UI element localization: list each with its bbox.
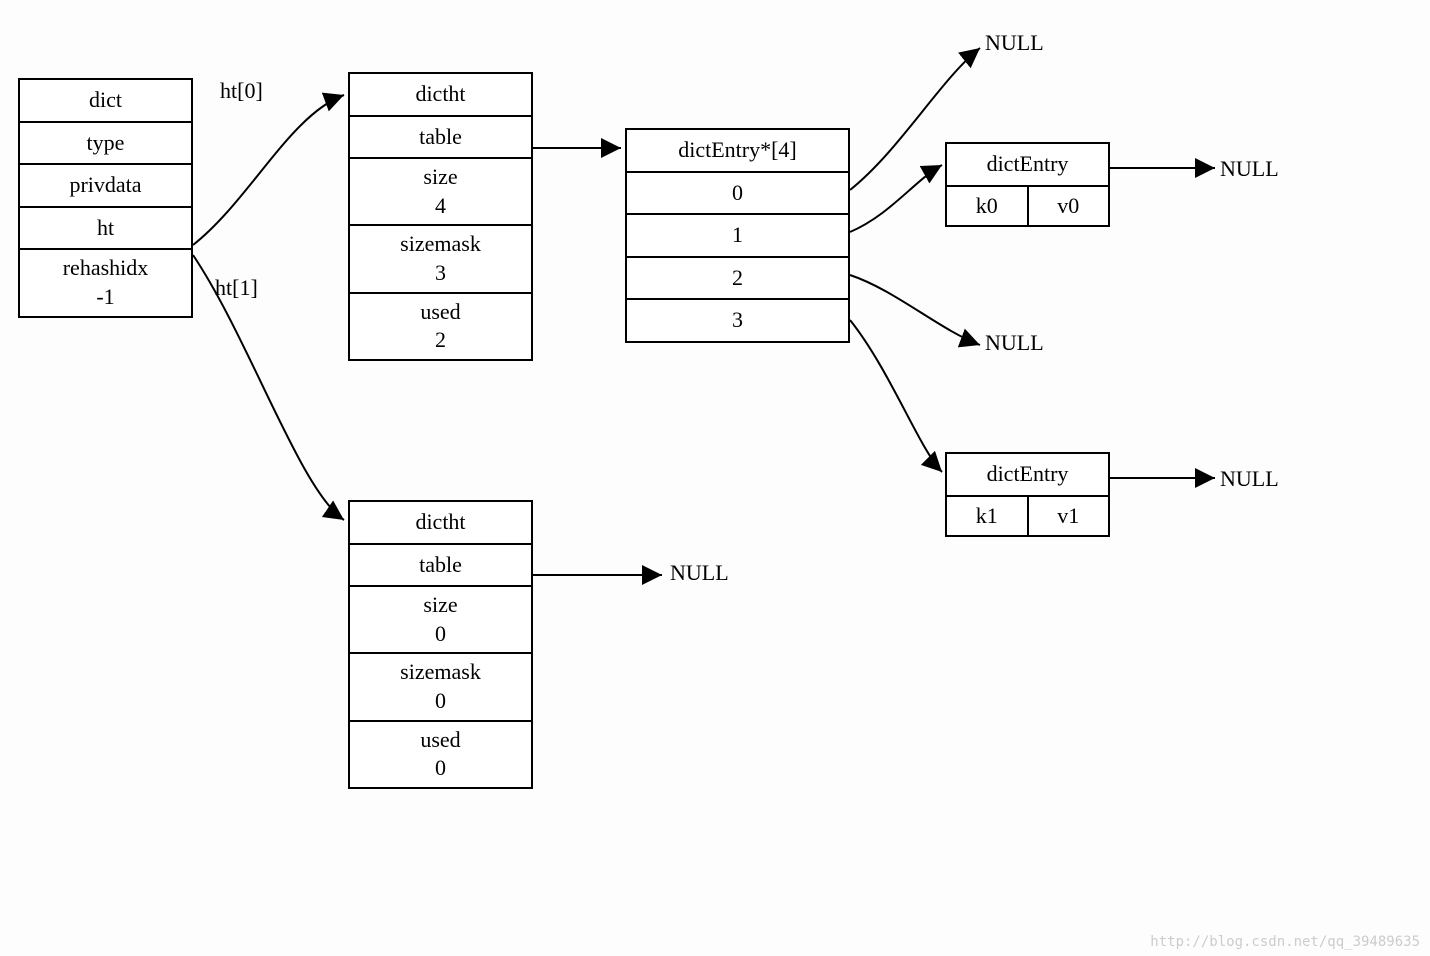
ht1-label: ht[1] — [215, 275, 258, 301]
entry0-title: dictEntry — [947, 144, 1108, 187]
entry1-box: dictEntry k1 v1 — [945, 452, 1110, 537]
entry-slot-0: 0 — [627, 173, 848, 216]
dictht1-mask-label: sizemask — [400, 659, 481, 684]
dictht1-box: dictht table size 0 sizemask 0 used 0 — [348, 500, 533, 789]
dictht1-mask-value: 0 — [435, 688, 446, 713]
dict-field-privdata: privdata — [20, 165, 191, 208]
entry-slot-3: 3 — [627, 300, 848, 341]
arrow-slot3-to-entry1 — [850, 320, 942, 472]
null-top: NULL — [985, 30, 1044, 56]
entry0-k: k0 — [947, 187, 1029, 225]
dictht0-size: size 4 — [350, 159, 531, 226]
dictht1-title: dictht — [350, 502, 531, 545]
dictht1-used-label: used — [420, 727, 460, 752]
null-entry0: NULL — [1220, 156, 1279, 182]
dictht1-mask: sizemask 0 — [350, 654, 531, 721]
null-slot2: NULL — [985, 330, 1044, 356]
rehash-label: rehashidx — [63, 255, 149, 280]
dictht1-table: table — [350, 545, 531, 588]
dictht0-mask-label: sizemask — [400, 231, 481, 256]
entry-array-box: dictEntry*[4] 0 1 2 3 — [625, 128, 850, 343]
entry1-kv: k1 v1 — [947, 497, 1108, 535]
dictht0-table: table — [350, 117, 531, 160]
entry0-box: dictEntry k0 v0 — [945, 142, 1110, 227]
dictht0-used: used 2 — [350, 294, 531, 359]
arrow-slot1-to-entry0 — [850, 165, 942, 232]
dictht1-used-value: 0 — [435, 755, 446, 780]
entry-slot-1: 1 — [627, 215, 848, 258]
arrow-ht-to-dictht0 — [193, 95, 344, 245]
rehash-value: -1 — [96, 284, 114, 309]
dictht1-size: size 0 — [350, 587, 531, 654]
dict-title: dict — [20, 80, 191, 123]
dictht0-used-value: 2 — [435, 327, 446, 352]
dictht1-size-value: 0 — [435, 621, 446, 646]
dictht0-mask-value: 3 — [435, 260, 446, 285]
dict-box: dict type privdata ht rehashidx -1 — [18, 78, 193, 318]
entry-slot-2: 2 — [627, 258, 848, 301]
watermark: http://blog.csdn.net/qq_39489635 — [1150, 934, 1420, 950]
dict-field-ht: ht — [20, 208, 191, 251]
dictht1-size-label: size — [423, 592, 457, 617]
dictht0-title: dictht — [350, 74, 531, 117]
entry0-v: v0 — [1029, 187, 1109, 225]
dictht0-box: dictht table size 4 sizemask 3 used 2 — [348, 72, 533, 361]
null-ht1: NULL — [670, 560, 729, 586]
dict-field-type: type — [20, 123, 191, 166]
dictht0-size-label: size — [423, 164, 457, 189]
entry-array-title: dictEntry*[4] — [627, 130, 848, 173]
dict-field-rehashidx: rehashidx -1 — [20, 250, 191, 315]
entry1-title: dictEntry — [947, 454, 1108, 497]
entry0-kv: k0 v0 — [947, 187, 1108, 225]
entry1-v: v1 — [1029, 497, 1109, 535]
arrow-slot2-to-null — [850, 275, 980, 345]
entry1-k: k1 — [947, 497, 1029, 535]
dictht0-size-value: 4 — [435, 193, 446, 218]
null-entry1: NULL — [1220, 466, 1279, 492]
dictht1-used: used 0 — [350, 722, 531, 787]
dictht0-mask: sizemask 3 — [350, 226, 531, 293]
dictht0-used-label: used — [420, 299, 460, 324]
ht0-label: ht[0] — [220, 78, 263, 104]
